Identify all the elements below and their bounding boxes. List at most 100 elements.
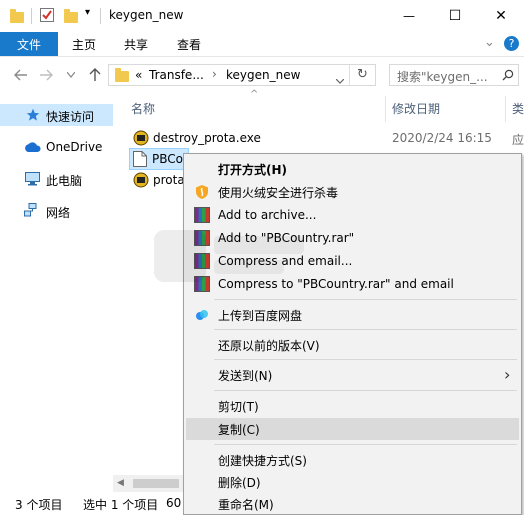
column-header-type[interactable]: 类 (512, 100, 524, 117)
search-placeholder: 搜索"keygen_... (397, 70, 488, 84)
shield-icon (196, 185, 208, 199)
submenu-arrow-icon: › (504, 365, 511, 384)
exe-icon (133, 172, 149, 188)
refresh-icon[interactable]: ↻ (357, 67, 368, 82)
item-count: 3 个项目 (15, 498, 63, 512)
divider (100, 8, 101, 24)
tab-share[interactable]: 共享 (110, 32, 162, 56)
customize-toolbar-icon[interactable]: ▾ (85, 7, 90, 18)
context-menu: 打开方式(H) 使用火绒安全进行杀毒 Add to archive... Add… (183, 153, 522, 515)
tab-view[interactable]: 查看 (162, 32, 216, 56)
computer-icon (25, 172, 40, 186)
selection-count: 选中 1 个项目 (83, 498, 159, 512)
nav-item-label: 网络 (46, 206, 71, 220)
menu-item-label: 上传到百度网盘 (218, 308, 303, 323)
recent-locations-button[interactable] (61, 65, 81, 85)
menu-item-label: 复制(C) (218, 422, 260, 437)
exe-icon (133, 130, 149, 146)
file-name: prota (153, 173, 185, 187)
document-icon (133, 151, 147, 167)
menu-separator (214, 444, 517, 445)
tab-home[interactable]: 主页 (58, 32, 110, 56)
minimize-button[interactable]: — (386, 0, 432, 32)
properties-icon[interactable] (40, 8, 54, 22)
menu-item-cut[interactable]: 剪切(T) (186, 395, 519, 417)
file-row[interactable]: prota (129, 169, 189, 191)
menu-item-rename[interactable]: 重命名(M) (186, 493, 519, 515)
divider (349, 65, 350, 85)
menu-item-label: 创建快捷方式(S) (218, 453, 307, 468)
menu-separator (214, 390, 517, 391)
scrollbar-thumb[interactable] (133, 479, 179, 488)
folder-icon (10, 9, 24, 23)
baidu-netdisk-icon (196, 310, 208, 320)
menu-item-send-to[interactable]: 发送到(N) › (186, 364, 519, 386)
horizontal-scrollbar[interactable]: ◀ (113, 475, 183, 492)
nav-item-label: 此电脑 (46, 174, 83, 188)
menu-item-label: 删除(D) (218, 475, 261, 490)
menu-item-create-shortcut[interactable]: 创建快捷方式(S) (186, 449, 519, 471)
divider (31, 8, 32, 24)
address-dropdown-icon[interactable] (335, 73, 345, 87)
menu-item-baidu-upload[interactable]: 上传到百度网盘 (186, 304, 519, 326)
help-icon[interactable]: ? (504, 36, 519, 51)
ribbon-tabs: 文件 主页 共享 查看 ⌄ ? (0, 32, 524, 57)
new-folder-icon[interactable] (64, 9, 78, 23)
back-button[interactable] (11, 65, 31, 85)
close-button[interactable]: ✕ (478, 0, 524, 32)
up-button[interactable] (85, 65, 105, 85)
file-row[interactable]: destroy_prota.exe 2020/2/24 16:15 应 (129, 127, 524, 149)
file-name: PBCo (152, 152, 183, 166)
cloud-icon (25, 142, 41, 152)
star-icon (26, 108, 40, 121)
file-type: 应 (512, 133, 524, 147)
menu-item-restore-versions[interactable]: 还原以前的版本(V) (186, 334, 519, 356)
search-icon[interactable] (502, 69, 514, 81)
menu-separator (214, 359, 517, 360)
forward-button[interactable] (36, 65, 56, 85)
nav-item-label: 快速访问 (46, 110, 95, 124)
status-bar: 3 个项目 选中 1 个项目 60 (0, 493, 183, 515)
nav-item-label: OneDrive (46, 140, 103, 154)
file-row-selected[interactable]: PBCo (129, 148, 189, 170)
network-icon (24, 203, 37, 217)
search-input[interactable]: 搜索"keygen_... (389, 64, 519, 86)
watermark-logo (154, 230, 304, 282)
winrar-icon (194, 207, 210, 223)
menu-item-open-with[interactable]: 打开方式(H) (186, 158, 519, 180)
breadcrumb-current[interactable]: keygen_new (226, 68, 300, 82)
breadcrumb-overflow[interactable]: « (135, 68, 142, 82)
sort-ascending-icon: ^ (250, 89, 259, 100)
scroll-left-icon[interactable]: ◀ (117, 478, 124, 488)
menu-item-huorong-scan[interactable]: 使用火绒安全进行杀毒 (186, 181, 519, 203)
menu-separator (214, 329, 517, 330)
nav-item-this-pc[interactable]: 此电脑 (0, 168, 113, 190)
chevron-down-icon[interactable]: ⌄ (484, 35, 495, 50)
title-bar: ▾ keygen_new — ☐ ✕ (0, 0, 524, 32)
nav-item-onedrive[interactable]: OneDrive (0, 136, 113, 158)
menu-item-label: Add to archive... (218, 208, 317, 222)
menu-item-copy[interactable]: 复制(C) (186, 418, 519, 440)
menu-item-label: 重命名(M) (218, 497, 274, 512)
file-name: destroy_prota.exe (153, 131, 261, 145)
menu-item-label: 剪切(T) (218, 399, 259, 414)
menu-item-label: 发送到(N) (218, 368, 273, 383)
maximize-button[interactable]: ☐ (432, 0, 478, 32)
menu-item-label: 还原以前的版本(V) (218, 338, 320, 353)
menu-item-label: 使用火绒安全进行杀毒 (218, 185, 339, 200)
window-title: keygen_new (109, 8, 184, 22)
column-header-name[interactable]: 名称 (131, 100, 155, 117)
breadcrumb-segment[interactable]: Transfe... (149, 68, 204, 82)
tab-file[interactable]: 文件 (0, 32, 58, 56)
address-bar[interactable]: « Transfe... › keygen_new ↻ (108, 64, 376, 86)
column-divider (505, 96, 506, 122)
column-divider (385, 96, 386, 122)
breadcrumb-chevron[interactable]: › (212, 67, 217, 81)
menu-item-label: 打开方式(H) (218, 162, 288, 177)
folder-icon (115, 68, 129, 82)
menu-item-delete[interactable]: 删除(D) (186, 471, 519, 493)
nav-item-network[interactable]: 网络 (0, 200, 113, 222)
nav-item-quick-access[interactable]: 快速访问 (0, 104, 113, 126)
file-date: 2020/2/24 16:15 (392, 131, 492, 145)
column-header-date[interactable]: 修改日期 (392, 100, 440, 117)
